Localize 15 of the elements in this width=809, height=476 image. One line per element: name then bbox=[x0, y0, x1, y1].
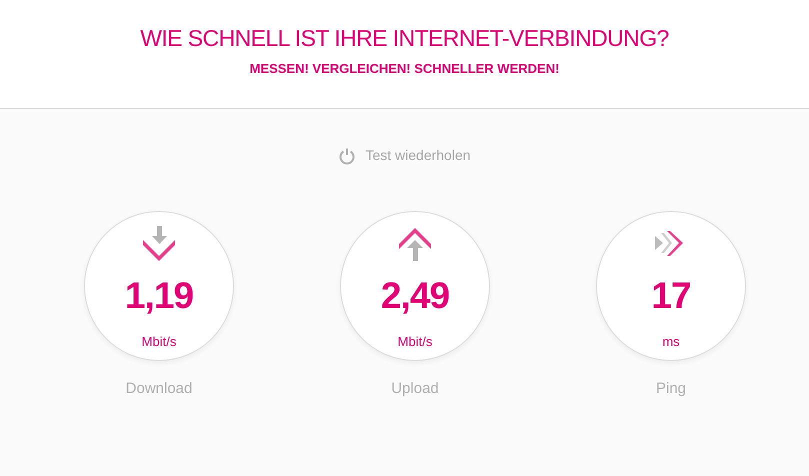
result-label: Upload bbox=[391, 379, 439, 399]
result-unit: Mbit/s bbox=[398, 333, 432, 351]
page-subtitle: MESSEN! VERGLEICHEN! SCHNELLER WERDEN! bbox=[250, 60, 560, 78]
result-label: Ping bbox=[656, 379, 686, 399]
result-unit: ms bbox=[662, 333, 680, 351]
download-arrow-icon bbox=[141, 226, 177, 262]
result-value: 2,49 bbox=[380, 274, 450, 318]
result-label: Download bbox=[126, 379, 192, 399]
result-value: 17 bbox=[651, 274, 691, 318]
result-unit: Mbit/s bbox=[142, 333, 176, 351]
result-value: 1,19 bbox=[124, 274, 194, 318]
power-icon bbox=[338, 146, 356, 164]
repeat-test-button[interactable]: Test wiederholen bbox=[338, 145, 471, 166]
page-title: WIE SCHNELL IST IHRE INTERNET-VERBINDUNG? bbox=[140, 24, 669, 52]
upload-arrow-icon bbox=[397, 226, 433, 262]
